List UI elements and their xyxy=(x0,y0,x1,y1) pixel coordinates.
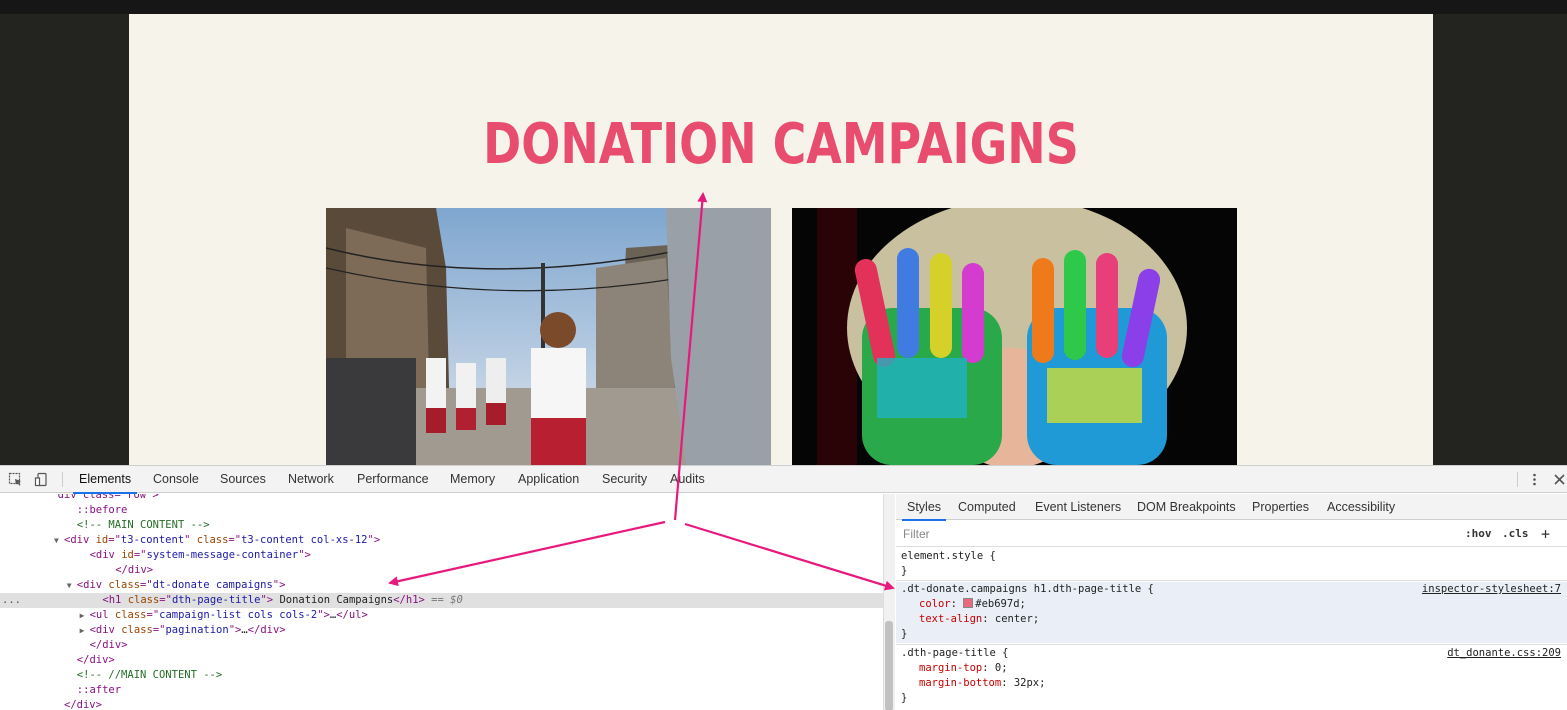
rule1-color-decl[interactable]: color: #eb697d; xyxy=(919,597,1026,612)
tab-application[interactable]: Application xyxy=(518,466,579,493)
tab-computed[interactable]: Computed xyxy=(958,494,1016,520)
rule2-close: } xyxy=(901,692,908,704)
tab-audits[interactable]: Audits xyxy=(670,466,705,493)
dom-node[interactable]: </div> xyxy=(0,653,883,668)
tab-styles[interactable]: Styles xyxy=(901,494,947,521)
rule2-margin-top-decl[interactable]: margin-top: 0; xyxy=(919,661,1008,676)
inspect-element-icon[interactable] xyxy=(8,472,23,487)
style-rule-page-title[interactable]: .dt-donate.campaigns h1.dth-page-title {… xyxy=(896,582,1567,643)
hov-toggle[interactable]: :hov xyxy=(1465,524,1492,544)
campaign-image-children[interactable] xyxy=(326,208,771,465)
tab-event-listeners[interactable]: Event Listeners xyxy=(1035,494,1121,520)
rule1-selector: .dt-donate.campaigns h1.dth-page-title { xyxy=(901,583,1154,595)
page-title: DONATION CAMPAIGNS xyxy=(483,112,1079,177)
painted-hands-photo-icon xyxy=(792,208,1237,465)
tab-dom-breakpoints[interactable]: DOM Breakpoints xyxy=(1137,494,1236,520)
street-photo-icon xyxy=(326,208,771,465)
toolbar-divider xyxy=(62,472,63,487)
elements-scrollbar-thumb[interactable] xyxy=(885,621,893,710)
expand-triangle-down-icon[interactable]: ▼ xyxy=(54,533,59,548)
tab-elements[interactable]: Elements xyxy=(72,466,138,494)
tab-properties[interactable]: Properties xyxy=(1252,494,1309,520)
node-actions-ellipsis[interactable]: ... xyxy=(2,593,21,608)
tab-sources[interactable]: Sources xyxy=(220,466,266,493)
dom-node[interactable]: </div> xyxy=(0,698,883,710)
dom-node[interactable]: div class="row"> xyxy=(0,494,883,503)
dom-node[interactable]: </div> xyxy=(0,563,883,578)
styles-filter-input[interactable]: Filter xyxy=(900,524,1455,544)
devtools-panel: Elements Console Sources Network Perform… xyxy=(0,465,1567,710)
rule2-selector: .dth-page-title { xyxy=(901,647,1009,659)
toolbar-divider-right xyxy=(1517,472,1518,487)
expand-triangle-right-icon[interactable]: ▶ xyxy=(80,608,85,623)
dom-node[interactable]: ::after xyxy=(0,683,883,698)
expand-triangle-down-icon[interactable]: ▼ xyxy=(67,578,72,593)
web-page: DONATION CAMPAIGNS xyxy=(129,14,1433,465)
cls-toggle[interactable]: .cls xyxy=(1502,524,1529,544)
color-swatch-icon[interactable] xyxy=(963,598,974,608)
dom-node[interactable]: <!-- MAIN CONTENT --> xyxy=(0,518,883,533)
dom-node[interactable]: ▶ <ul class="campaign-list cols cols-2">…… xyxy=(0,608,883,623)
dom-node[interactable]: ▼ <div class="dt-donate campaigns"> xyxy=(0,578,883,593)
rule1-source-link[interactable]: inspector-stylesheet:7 xyxy=(1422,582,1561,597)
styles-tab-bar: Styles Computed Event Listeners DOM Brea… xyxy=(896,494,1567,521)
element-style-close: } xyxy=(901,565,908,577)
dom-node[interactable]: ::before xyxy=(0,503,883,518)
close-devtools-icon[interactable] xyxy=(1552,472,1567,487)
style-rule-dth-page-title[interactable]: .dth-page-title { dt_donante.css:209 mar… xyxy=(896,646,1567,707)
rule2-margin-bottom-decl[interactable]: margin-bottom: 32px; xyxy=(919,676,1045,691)
dom-node[interactable]: </div> xyxy=(0,638,883,653)
dom-node-selected[interactable]: <h1 class="dth-page-title"> Donation Cam… xyxy=(0,593,883,608)
browser-top-bar xyxy=(0,0,1567,14)
more-options-icon[interactable] xyxy=(1527,472,1542,487)
dom-node[interactable]: <div id="system-message-container"> xyxy=(0,548,883,563)
rule1-align-decl[interactable]: text-align: center; xyxy=(919,612,1039,627)
dom-node[interactable]: ▼ <div id="t3-content" class="t3-content … xyxy=(0,533,883,548)
styles-sidebar: Styles Computed Event Listeners DOM Brea… xyxy=(896,494,1567,710)
tab-console[interactable]: Console xyxy=(153,466,199,493)
tab-network[interactable]: Network xyxy=(288,466,334,493)
device-toolbar-icon[interactable] xyxy=(34,472,49,487)
dom-node[interactable]: <!-- //MAIN CONTENT --> xyxy=(0,668,883,683)
new-style-rule-button[interactable]: + xyxy=(1541,524,1550,544)
tab-accessibility[interactable]: Accessibility xyxy=(1327,494,1395,520)
element-style-selector: element.style { xyxy=(901,550,996,562)
tab-performance[interactable]: Performance xyxy=(357,466,429,493)
tab-security[interactable]: Security xyxy=(602,466,647,493)
devtools-tab-bar: Elements Console Sources Network Perform… xyxy=(0,466,1567,494)
rule2-source-link[interactable]: dt_donante.css:209 xyxy=(1447,646,1561,661)
campaign-image-painted-hands[interactable] xyxy=(792,208,1237,465)
element-style-rule: element.style { } xyxy=(896,549,1567,579)
rule1-close: } xyxy=(901,628,908,640)
dom-node[interactable]: ▶ <div class="pagination">…</div> xyxy=(0,623,883,638)
browser-window: DONATION CAMPAIGNS Elements Console Sour… xyxy=(0,0,1567,710)
elements-tree[interactable]: div class="row">::before <!-- MAIN CONTEN… xyxy=(0,494,883,710)
tab-memory[interactable]: Memory xyxy=(450,466,495,493)
expand-triangle-right-icon[interactable]: ▶ xyxy=(80,623,85,638)
